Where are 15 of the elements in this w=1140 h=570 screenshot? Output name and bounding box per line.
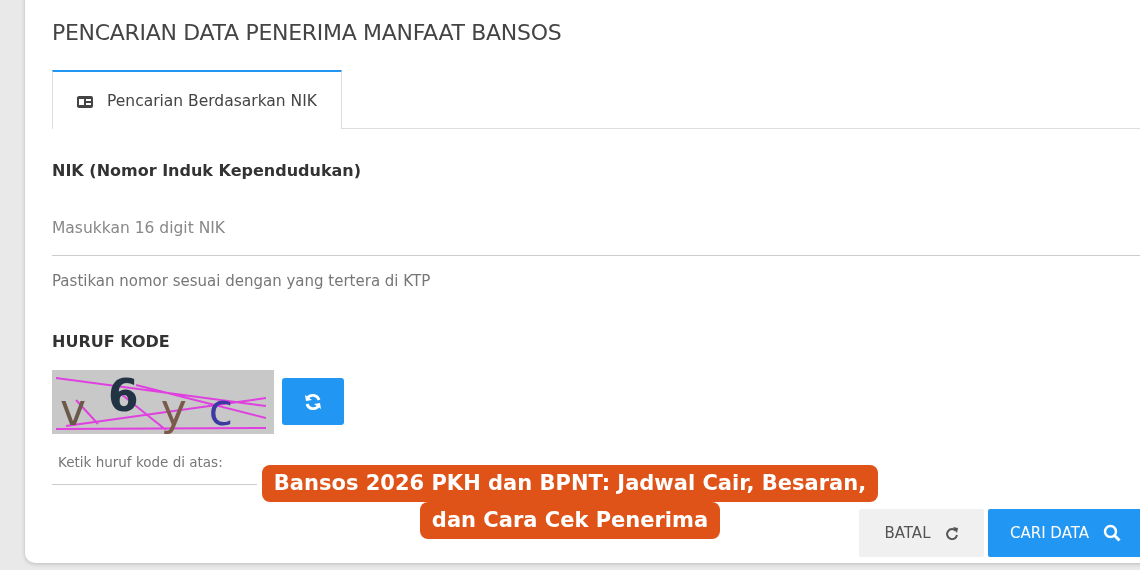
- captcha-character: v: [60, 388, 87, 432]
- nik-input-field[interactable]: Masukkan 16 digit NIK: [52, 199, 1140, 256]
- field-label: HURUF KODE: [52, 331, 171, 353]
- refresh-button[interactable]: [282, 378, 344, 425]
- cancel-button[interactable]: BATAL: [859, 509, 984, 558]
- caption-banner: Bansos 2026 PKH dan BPNT: Jadwal Cair, Besaran,: [261, 465, 879, 503]
- caption-banner: dan Cara Cek Penerima: [419, 502, 721, 540]
- search-icon: [1103, 524, 1121, 543]
- page-title: PENCARIAN DATA PENERIMA MANFAAT BANSOS: [52, 19, 563, 47]
- field-label: NIK (Nomor Induk Kependudukan): [52, 160, 363, 183]
- refresh-icon: [303, 391, 323, 412]
- id-card-icon: [77, 95, 93, 108]
- tab[interactable]: Pencarian Berdasarkan NIK: [52, 70, 342, 130]
- help-text: Pastikan nomor sesuai dengan yang tertera di KTP: [52, 270, 432, 292]
- reset-icon: [944, 526, 959, 541]
